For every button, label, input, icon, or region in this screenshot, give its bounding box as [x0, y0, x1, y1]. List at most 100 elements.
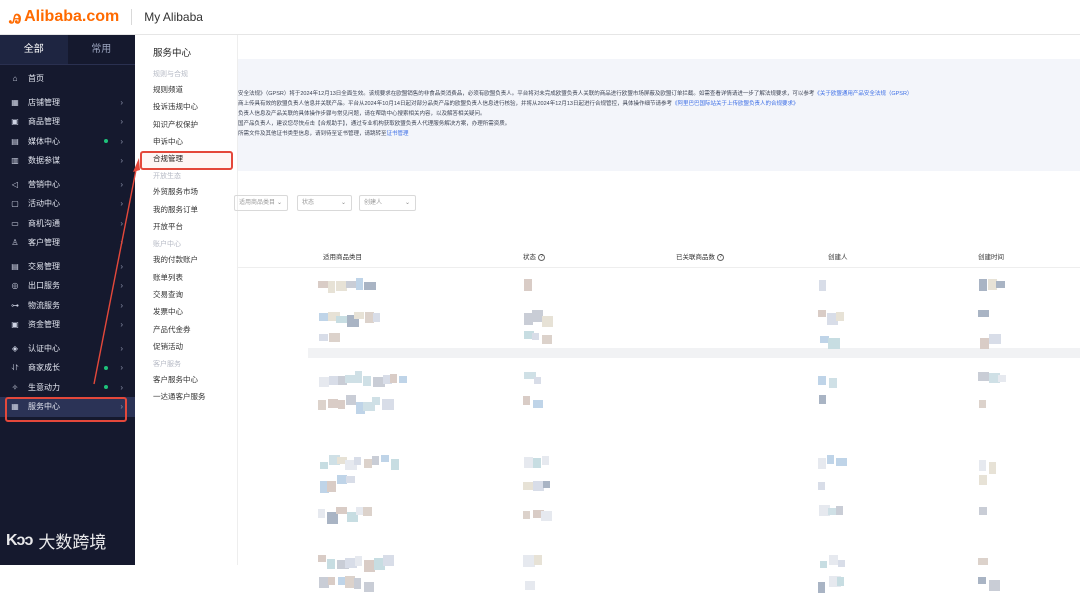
redacted-cell-block	[318, 400, 326, 410]
sidebar-item-label: 客户管理	[28, 238, 60, 248]
sidebar-item-data[interactable]: ▥ 数据参谋 ›	[0, 151, 135, 171]
chevron-right-icon: ›	[120, 179, 123, 189]
redacted-cell-block	[818, 376, 826, 385]
creator-filter-select[interactable]: 创建人 ⌄	[359, 195, 416, 211]
sidebar-item-label: 商机沟通	[28, 218, 60, 228]
redacted-cell-block	[373, 313, 380, 322]
shield-icon: ◈	[11, 343, 19, 353]
new-badge-dot	[104, 385, 108, 390]
redacted-cell-block	[533, 400, 543, 408]
chevron-right-icon: ›	[120, 261, 123, 271]
redacted-cell-block	[543, 481, 550, 488]
chart-icon: ▥	[11, 156, 19, 166]
redacted-cell-block	[319, 334, 328, 341]
chevron-right-icon: ›	[120, 97, 123, 107]
growth-icon: ⥯	[12, 362, 18, 372]
table-header: 适用商品类目 状态? 已关联商品数? 创建人 创建时间	[238, 242, 1080, 268]
sidebar-item-business-power[interactable]: ✧ 生意动力 ›	[0, 378, 135, 398]
sidebar-item-funds[interactable]: ▣ 资金管理 ›	[0, 315, 135, 335]
redacted-cell-block	[318, 509, 325, 518]
submenu-item-appeals[interactable]: 申诉中心	[135, 133, 237, 150]
new-badge-dot	[104, 365, 108, 370]
tab-all[interactable]: 全部	[0, 35, 68, 64]
sidebar-item-logistics[interactable]: ⊶ 物流服务 ›	[0, 296, 135, 316]
chevron-right-icon: ›	[120, 136, 123, 146]
column-header-linked-count: 已关联商品数?	[676, 251, 724, 261]
submenu-item-service-market[interactable]: 外贸服务市场	[135, 183, 237, 200]
sidebar-item-media[interactable]: ▤ 媒体中心 ›	[0, 132, 135, 152]
redacted-cell-block	[979, 475, 987, 485]
redacted-cell-block	[329, 333, 340, 342]
redacted-cell-block	[837, 577, 844, 586]
category-filter-select[interactable]: 适用商品类目 ⌄	[234, 195, 288, 211]
watermark-logo: Kɔɔ	[6, 531, 33, 549]
redacted-cell-block	[836, 458, 847, 466]
sidebar-item-growth[interactable]: ⥯ 商家成长 ›	[0, 358, 135, 378]
alibaba-logo[interactable]: ꭿ Alibaba.com	[9, 6, 119, 29]
chevron-down-icon: ⌄	[404, 200, 410, 206]
redacted-cell-block	[989, 580, 1000, 591]
user-icon: ♙	[11, 238, 19, 248]
chevron-right-icon: ›	[120, 363, 123, 373]
submenu-item-vouchers[interactable]: 产品代金券	[135, 321, 237, 338]
redacted-cell-block	[818, 458, 826, 469]
status-filter-select[interactable]: 状态 ⌄	[297, 195, 352, 211]
certificate-management-link[interactable]: 证书管理	[387, 131, 409, 137]
submenu-item-invoices[interactable]: 发票中心	[135, 303, 237, 320]
sidebar-item-communication[interactable]: ▭ 商机沟通 ›	[0, 214, 135, 234]
submenu-item-onetouch-service[interactable]: 一达通客户服务	[135, 388, 237, 405]
redacted-cell-block	[399, 376, 407, 383]
redacted-cell-block	[383, 555, 394, 566]
sidebar: 全部 常用 ⌂ 首页 ▦ 店铺管理 › ▣ 商品管理 › ▤ 媒体中心 › ▥ …	[0, 35, 135, 565]
chevron-right-icon: ›	[120, 343, 123, 353]
redacted-cell-block	[979, 507, 987, 515]
alibaba-smile-logo-icon: ꭿ	[9, 5, 22, 28]
sidebar-item-marketing[interactable]: ◁ 营销中心 ›	[0, 175, 135, 195]
submenu-item-service-orders[interactable]: 我的服务订单	[135, 201, 237, 218]
redacted-cell-block	[818, 482, 825, 490]
sidebar-item-export[interactable]: ◎ 出口服务 ›	[0, 276, 135, 296]
redacted-cell-block	[318, 555, 326, 562]
my-alibaba-link[interactable]: My Alibaba	[144, 10, 203, 24]
redacted-cell-block	[541, 511, 552, 521]
redacted-cell-block	[523, 482, 533, 490]
redacted-cell-block	[336, 507, 347, 514]
redacted-cell-block	[318, 281, 328, 288]
sidebar-item-label: 营销中心	[28, 179, 60, 189]
redacted-cell-block	[838, 560, 845, 567]
sidebar-item-certification[interactable]: ◈ 认证中心 ›	[0, 339, 135, 359]
submenu-item-bills[interactable]: 账单列表	[135, 269, 237, 286]
sidebar-item-label: 商品管理	[28, 117, 60, 127]
notice-line: 国产品负责人，建议您尽快点击【合规助手】，通过专业机构获取欧盟负责人代理服务解决…	[238, 121, 511, 127]
sidebar-item-home[interactable]: ⌂ 首页	[0, 69, 135, 89]
chevron-down-icon: ⌄	[276, 200, 282, 206]
redacted-cell-block	[364, 282, 376, 290]
submenu-item-customer-service[interactable]: 客户服务中心	[135, 371, 237, 388]
redacted-cell-block	[327, 481, 336, 492]
submenu-item-rules[interactable]: 规则频道	[135, 81, 237, 98]
redacted-cell-block	[354, 578, 361, 589]
submenu-item-transactions[interactable]: 交易查询	[135, 286, 237, 303]
redacted-cell-block	[989, 334, 1001, 344]
watermark-text: 大数跨境	[38, 533, 107, 553]
submenu-item-payment-account[interactable]: 我的付款账户	[135, 251, 237, 268]
top-bar: ꭿ Alibaba.com My Alibaba	[0, 0, 1080, 35]
submenu-item-promotions[interactable]: 促销活动	[135, 338, 237, 355]
submenu-item-open-platform[interactable]: 开放平台	[135, 218, 237, 235]
submenu-title: 服务中心	[153, 48, 192, 59]
column-header-created-time: 创建时间	[978, 254, 1004, 261]
sidebar-item-orders[interactable]: ▤ 交易管理 ›	[0, 257, 135, 277]
redacted-cell-block	[998, 375, 1006, 382]
redacted-cell-block	[829, 555, 838, 565]
redacted-cell-block	[524, 457, 533, 468]
sidebar-item-products[interactable]: ▣ 商品管理 ›	[0, 112, 135, 132]
notice-line: 安全法规》（GPSR）将于2024年12月13日全面生效。该规要求在欧盟销售的非…	[238, 91, 913, 97]
sidebar-item-customers[interactable]: ♙ 客户管理 ›	[0, 233, 135, 253]
submenu-item-ip-protection[interactable]: 知识产权保护	[135, 116, 237, 133]
submenu-item-complaints[interactable]: 投诉违规中心	[135, 98, 237, 115]
tab-frequent[interactable]: 常用	[68, 35, 136, 64]
sidebar-item-store[interactable]: ▦ 店铺管理 ›	[0, 93, 135, 113]
notice-link[interactable]: 《阿里巴巴国际站关于上传欧盟负责人的合规要求》	[672, 101, 799, 107]
sidebar-item-activities[interactable]: ▢ 活动中心 ›	[0, 194, 135, 214]
notice-link[interactable]: 《关于欧盟通用产品安全法规（GPSR）	[814, 91, 912, 97]
